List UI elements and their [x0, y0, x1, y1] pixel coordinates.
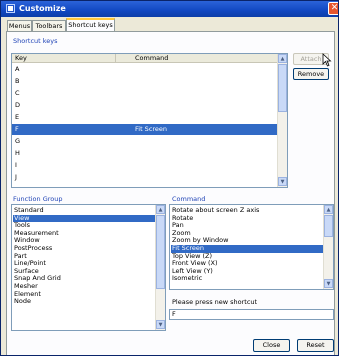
new-shortcut-input[interactable]: F	[169, 309, 334, 320]
function-group-label: Function Group	[13, 195, 63, 203]
list-item[interactable]: PostProcess	[13, 244, 155, 253]
shortcut-key-cell: H	[15, 149, 20, 157]
list-item[interactable]: Node	[13, 298, 155, 306]
column-header-key[interactable]: Key	[12, 54, 116, 62]
scroll-up-button[interactable]: ▲	[156, 205, 165, 214]
shortcut-key-cell: B	[15, 77, 20, 85]
table-row[interactable]: B	[12, 76, 278, 87]
table-row[interactable]: A	[12, 64, 278, 75]
list-item[interactable]: Rotate about screen Z axis	[171, 206, 323, 215]
command-list-scrollbar[interactable]: ▲ ▼	[323, 205, 333, 289]
window-title: Customize	[19, 4, 66, 13]
table-row[interactable]: D	[12, 100, 278, 111]
app-icon	[6, 4, 15, 13]
customize-dialog: Customize ✕ Menus Toolbars Shortcut keys…	[0, 0, 339, 356]
scroll-up-button[interactable]: ▲	[324, 205, 333, 214]
list-item[interactable]: View	[13, 214, 155, 223]
command-label: Command	[172, 195, 206, 203]
shortcut-key-cell: F	[15, 125, 19, 133]
shortcut-keys-list[interactable]: Key Command A B C D E F Fit Screen G H I J ▲ ▼	[11, 53, 288, 188]
column-header-command[interactable]: Command	[132, 54, 168, 62]
scroll-up-button[interactable]: ▲	[278, 54, 287, 63]
shortcut-keys-label: Shortcut keys	[13, 37, 58, 45]
shortcut-command-cell: Fit Screen	[135, 125, 168, 133]
tab-shortcut-keys[interactable]: Shortcut keys	[66, 18, 115, 32]
list-header: Key Command	[12, 54, 278, 63]
scroll-down-button[interactable]: ▼	[278, 177, 287, 186]
shortcut-key-cell: J	[15, 173, 17, 181]
table-row[interactable]: E	[12, 112, 278, 123]
scroll-thumb[interactable]	[278, 64, 287, 112]
table-row[interactable]: F Fit Screen	[12, 124, 278, 135]
close-window-button[interactable]: ✕	[328, 2, 338, 15]
shortcut-key-cell: G	[15, 137, 21, 145]
command-list[interactable]: Rotate about screen Z axis Rotate Pan Zoom Z…	[169, 204, 334, 290]
shortcut-key-cell: C	[15, 89, 20, 97]
tab-menus[interactable]: Menus	[7, 20, 32, 31]
table-row[interactable]: C	[12, 88, 278, 99]
table-row[interactable]: J	[12, 172, 278, 183]
shortcut-list-scrollbar[interactable]: ▲ ▼	[277, 54, 287, 187]
list-item[interactable]: Rotate	[171, 214, 323, 223]
shortcut-key-cell: D	[15, 101, 21, 109]
function-group-scrollbar[interactable]: ▲ ▼	[155, 205, 165, 330]
scroll-thumb[interactable]	[156, 215, 165, 289]
tab-toolbars[interactable]: Toolbars	[32, 20, 66, 31]
table-row[interactable]: G	[12, 136, 278, 147]
reset-button[interactable]: Reset	[297, 339, 334, 352]
list-item[interactable]: Standard	[13, 206, 155, 215]
list-item[interactable]: Isometric	[171, 275, 323, 283]
close-button[interactable]: Close	[253, 339, 290, 352]
scroll-down-button[interactable]: ▼	[156, 320, 165, 329]
shortcut-key-cell: I	[15, 161, 17, 169]
shortcut-key-cell: E	[15, 113, 20, 121]
scroll-thumb[interactable]	[324, 215, 333, 237]
list-item[interactable]: Element	[13, 290, 155, 299]
function-group-list[interactable]: Standard View Tools Measurement Window PostPr…	[11, 204, 166, 331]
new-shortcut-label: Please press new shortcut	[172, 298, 258, 306]
title-bar[interactable]: Customize ✕	[1, 1, 338, 17]
shortcut-key-cell: A	[15, 65, 20, 73]
scroll-down-button[interactable]: ▼	[324, 279, 333, 288]
remove-button[interactable]: Remove	[293, 68, 329, 80]
table-row[interactable]: H	[12, 148, 278, 159]
table-row[interactable]: I	[12, 160, 278, 171]
list-item[interactable]: Pan	[171, 222, 323, 230]
mouse-pointer-icon	[322, 53, 332, 67]
